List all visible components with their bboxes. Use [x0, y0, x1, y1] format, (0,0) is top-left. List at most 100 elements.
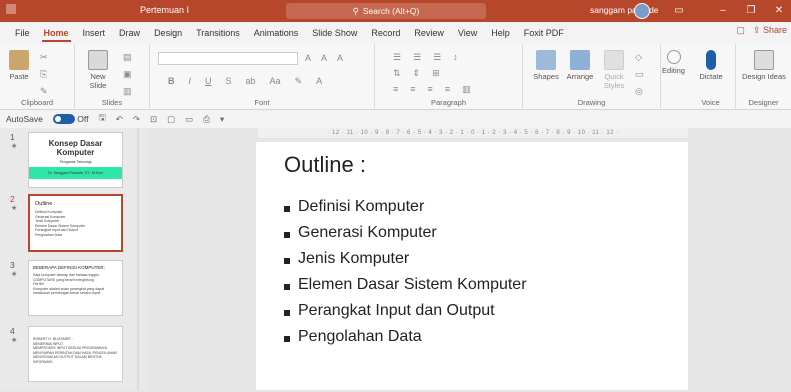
tab-transitions[interactable]: Transitions [189, 22, 247, 44]
tab-insert[interactable]: Insert [76, 22, 113, 44]
text-direction-icon[interactable]: ⇅ [393, 68, 401, 79]
print-icon[interactable]: ⎙ [203, 114, 210, 125]
paste-button[interactable]: Paste [6, 50, 32, 81]
quick-access-toolbar: AutoSave Off 🖫 ↶ ↷ ⊡ ▢ ▭ ⎙ ▾ [0, 110, 791, 128]
app-icon [6, 4, 16, 14]
tab-home[interactable]: Home [37, 22, 76, 44]
close-icon[interactable]: ✕ [768, 3, 790, 19]
smartart-icon[interactable]: ⊞ [432, 68, 440, 79]
tab-record[interactable]: Record [364, 22, 407, 44]
font-color-icon[interactable]: A [316, 76, 322, 87]
ribbon-display-icon[interactable]: ▭ [668, 3, 690, 19]
arrange-button[interactable]: Arrange [563, 50, 597, 81]
tab-help[interactable]: Help [484, 22, 517, 44]
bold-icon[interactable]: B [168, 76, 175, 87]
shapes-button[interactable]: Shapes [531, 50, 561, 81]
bullet-icon [284, 257, 290, 264]
thumbnail-scrollbar[interactable] [134, 128, 142, 390]
tab-slide-show[interactable]: Slide Show [305, 22, 364, 44]
search-box[interactable]: ⚲ Search (Alt+Q) [286, 3, 486, 19]
slide-thumbnail-4[interactable]: ROBERT H. BLISSMER : MENERIMA INPUT MEMP… [28, 326, 123, 382]
justify-icon[interactable]: ≡ [445, 84, 450, 95]
underline-icon[interactable]: U [205, 76, 212, 87]
increase-font-icon[interactable]: A [305, 53, 311, 63]
numbering-icon[interactable]: ☰ [413, 52, 421, 63]
line-spacing-icon[interactable]: ↕ [453, 52, 458, 63]
columns-icon[interactable]: ▥ [462, 84, 471, 95]
minimize-icon[interactable]: – [712, 3, 734, 19]
open-icon[interactable]: ▭ [185, 114, 193, 125]
italic-icon[interactable]: I [189, 76, 192, 87]
thumbnail-pane: 1 ★ Konsep Dasar Komputer Pengantar Tekn… [0, 128, 148, 390]
thumb-title: Outline : [35, 201, 56, 207]
autosave-label: AutoSave [6, 114, 43, 124]
change-case-icon[interactable]: Aa [270, 76, 281, 87]
quick-styles-button[interactable]: Quick Styles [599, 50, 629, 90]
indent-icon[interactable]: ☰ [433, 52, 441, 63]
tab-review[interactable]: Review [407, 22, 451, 44]
format-painter-icon[interactable]: ✎ [40, 86, 48, 97]
dictate-label: Dictate [699, 72, 723, 81]
copy-icon[interactable]: ⎘ [40, 69, 48, 80]
section-icon[interactable]: ▥ [123, 86, 132, 97]
avatar[interactable] [634, 3, 650, 19]
font-name-box[interactable] [158, 52, 298, 65]
bullet-icon [284, 205, 290, 212]
strikethrough-icon[interactable]: S [226, 76, 232, 87]
slide-thumbnail-1[interactable]: Konsep Dasar Komputer Pengantar Teknolog… [28, 132, 123, 188]
present-icon[interactable]: ⊡ [150, 114, 157, 125]
new-slide-qat-icon[interactable]: ▢ [167, 114, 175, 125]
tab-design[interactable]: Design [147, 22, 189, 44]
dictate-button[interactable]: Dictate [692, 50, 730, 81]
align-center-icon[interactable]: ≡ [410, 84, 415, 95]
slide-thumbnail-2[interactable]: Outline : Definisi Komputer Generasi Kom… [28, 194, 123, 252]
shape-effects-icon[interactable]: ◎ [635, 86, 644, 97]
customize-icon[interactable]: ▾ [220, 114, 224, 125]
tab-foxit-pdf[interactable]: Foxit PDF [517, 22, 571, 44]
save-icon[interactable]: 🖫 [98, 112, 105, 126]
autosave-toggle[interactable]: Off [52, 114, 88, 125]
tab-view[interactable]: View [451, 22, 484, 44]
thumb-title: BEBERAPA DEFINISI KOMPUTER: [33, 265, 105, 270]
char-spacing-icon[interactable]: ab [246, 76, 256, 87]
slide-bullet-list[interactable]: Definisi Komputer Generasi Komputer Jeni… [284, 194, 527, 350]
group-paragraph: ☰ ☰ ☰ ↕ ⇅ ⇕ ⊞ ≡ ≡ ≡ ≡ ▥ Paragraph [375, 44, 523, 110]
current-slide[interactable]: Outline : Definisi Komputer Generasi Kom… [256, 142, 688, 390]
slide-thumbnail-3[interactable]: BEBERAPA DEFINISI KOMPUTER: Kata kompute… [28, 260, 123, 316]
align-text-icon[interactable]: ⇕ [413, 68, 421, 79]
undo-icon[interactable]: ↶ [116, 114, 123, 125]
share-button[interactable]: ⇪ Share [753, 25, 787, 36]
quick-styles-label: Quick Styles [603, 72, 625, 90]
tab-file[interactable]: File [8, 22, 37, 44]
tab-draw[interactable]: Draw [112, 22, 147, 44]
bullets-icon[interactable]: ☰ [393, 52, 401, 63]
cut-icon[interactable]: ✂ [40, 52, 48, 63]
align-right-icon[interactable]: ≡ [428, 84, 433, 95]
highlight-icon[interactable]: ✎ [295, 76, 303, 87]
title-bar: Pertemuan I ⚲ Search (Alt+Q) sanggam par… [0, 0, 791, 22]
new-slide-button[interactable]: New Slide [83, 50, 113, 90]
editing-button[interactable]: Editing [661, 50, 686, 75]
bullet-icon [284, 283, 290, 290]
microphone-icon [706, 50, 716, 70]
redo-icon[interactable]: ↷ [133, 114, 140, 125]
document-title[interactable]: Pertemuan I [140, 5, 189, 15]
shape-fill-icon[interactable]: ◇ [635, 52, 644, 63]
decrease-font-icon[interactable]: A [321, 53, 327, 63]
ribbon: Paste ✂ ⎘ ✎ Clipboard New Slide ▤ ▣ ▥ Sl… [0, 44, 791, 110]
design-ideas-button[interactable]: Design Ideas [742, 50, 786, 81]
layout-icon[interactable]: ▤ [123, 52, 132, 63]
slide-number-3: 3 [10, 260, 15, 270]
slide-title[interactable]: Outline : [284, 152, 366, 178]
shape-outline-icon[interactable]: ▭ [635, 69, 644, 80]
clear-format-icon[interactable]: A [337, 53, 343, 63]
tab-animations[interactable]: Animations [247, 22, 306, 44]
bullet-item: Perangkat Input dan Output [284, 298, 527, 324]
comments-icon[interactable]: ▢ [736, 25, 745, 36]
search-icon: ⚲ [352, 5, 359, 16]
reset-icon[interactable]: ▣ [123, 69, 132, 80]
align-left-icon[interactable]: ≡ [393, 84, 398, 95]
find-icon [666, 50, 681, 64]
maximize-icon[interactable]: ❐ [740, 3, 762, 19]
thumb-item: Kata komputer diserap dari bahasa Inggri… [33, 273, 99, 282]
